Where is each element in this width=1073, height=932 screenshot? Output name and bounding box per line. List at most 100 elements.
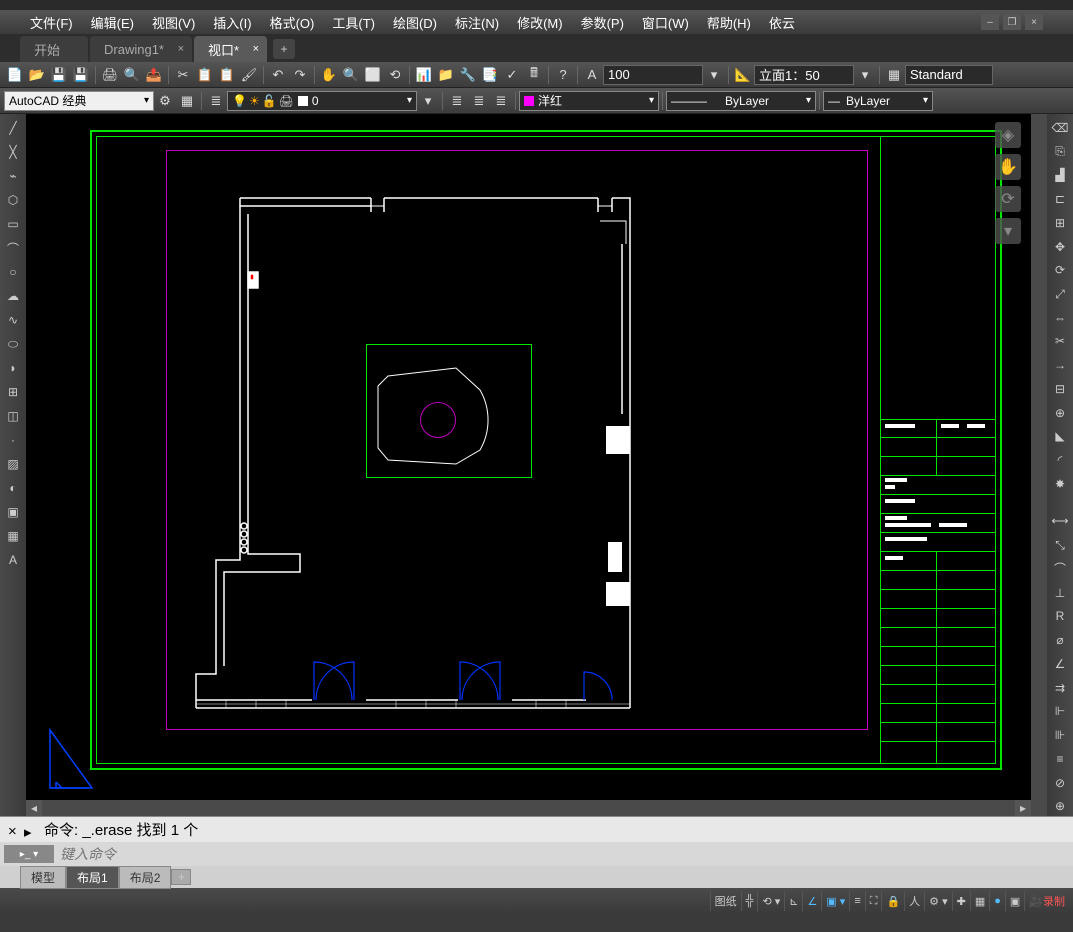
hardware-icon[interactable]: ● xyxy=(989,891,1005,911)
custom-icon[interactable]: 🎥录制 xyxy=(1024,891,1069,911)
help-icon[interactable]: ? xyxy=(552,64,574,86)
join-icon[interactable]: ⊕ xyxy=(1050,403,1070,423)
tab-drawing1[interactable]: Drawing1*× xyxy=(90,36,192,62)
preview-icon[interactable]: 🔍 xyxy=(121,64,143,86)
mirror-icon[interactable]: ▟ xyxy=(1050,165,1070,185)
chevron-down-icon[interactable]: ▾ xyxy=(703,64,725,86)
close-icon[interactable]: × xyxy=(253,43,259,55)
chevron-down-icon[interactable]: ▾ xyxy=(417,90,439,112)
dim-ang-icon[interactable]: ∠ xyxy=(1050,654,1070,674)
polygon-icon[interactable]: ⬡ xyxy=(3,190,23,210)
clean-icon[interactable]: ▣ xyxy=(1005,891,1024,911)
ws-icon[interactable]: ▦ xyxy=(176,90,198,112)
nav-more-icon[interactable]: ▾ xyxy=(995,218,1021,244)
pan-icon[interactable]: ✋ xyxy=(318,64,340,86)
zoomprev-icon[interactable]: ⟲ xyxy=(384,64,406,86)
iso-icon[interactable]: ▦ xyxy=(970,891,989,911)
polar-toggle[interactable]: ∠ xyxy=(802,891,821,911)
gear-icon[interactable]: ⚙ xyxy=(154,90,176,112)
orbit-icon[interactable]: ⟳ xyxy=(995,186,1021,212)
explode-icon[interactable]: ✸ xyxy=(1050,474,1070,494)
new-icon[interactable]: 📄 xyxy=(4,64,26,86)
vp-max-icon[interactable]: ⛶ xyxy=(865,891,882,911)
calc-icon[interactable]: 🖩 xyxy=(523,64,545,86)
dim-arc-icon[interactable]: ⌒ xyxy=(1050,559,1070,579)
dim-aligned-icon[interactable]: ⤡ xyxy=(1050,535,1070,555)
copy-icon[interactable]: ⎘ xyxy=(1050,142,1070,162)
stretch-icon[interactable]: ⇔ xyxy=(1050,308,1070,328)
tab-layout1[interactable]: 布局1 xyxy=(66,866,119,889)
dim-cont-icon[interactable]: ⊪ xyxy=(1050,725,1070,745)
offset-icon[interactable]: ⊏ xyxy=(1050,189,1070,209)
anno-vis-icon[interactable]: 人 xyxy=(904,891,924,911)
close-button[interactable]: × xyxy=(1025,14,1043,30)
plot-icon[interactable]: 🖨 xyxy=(99,64,121,86)
insert-icon[interactable]: ⊞ xyxy=(3,382,23,402)
dsgnctr-icon[interactable]: 📁 xyxy=(435,64,457,86)
menu-yiyun[interactable]: 依云 xyxy=(769,13,795,32)
dim-quick-icon[interactable]: ⇉ xyxy=(1050,678,1070,698)
viewcube-icon[interactable]: ◈ xyxy=(995,122,1021,148)
menu-view[interactable]: 视图(V) xyxy=(152,13,195,32)
extend-icon[interactable]: → xyxy=(1050,355,1070,375)
menu-insert[interactable]: 插入(I) xyxy=(213,13,251,32)
pan-icon[interactable]: ✋ xyxy=(995,154,1021,180)
drawing-canvas[interactable]: ◈ ✋ ⟳ ▾ xyxy=(26,114,1031,800)
tolerance-icon[interactable]: ⊕ xyxy=(1050,796,1070,816)
menu-file[interactable]: 文件(F) xyxy=(30,13,73,32)
region-icon[interactable]: ▣ xyxy=(3,502,23,522)
arc-icon[interactable]: ⌒ xyxy=(3,238,23,258)
xline-icon[interactable]: ╳ xyxy=(3,142,23,162)
dim-space-icon[interactable]: ≡ xyxy=(1050,749,1070,769)
cmd-close-icon[interactable]: × xyxy=(8,823,22,837)
spline-icon[interactable]: ∿ xyxy=(3,310,23,330)
menu-parametric[interactable]: 参数(P) xyxy=(581,13,624,32)
add-tab-button[interactable]: + xyxy=(273,39,295,59)
vertical-scrollbar[interactable] xyxy=(1031,114,1047,800)
ellipsearc-icon[interactable]: ◗ xyxy=(3,358,23,378)
ellipse-icon[interactable]: ⬭ xyxy=(3,334,23,354)
matchprop-icon[interactable]: 🖌 xyxy=(238,64,260,86)
anno-auto-icon[interactable]: ⚙ ▾ xyxy=(924,891,951,911)
layeriso-icon[interactable]: ≣ xyxy=(468,90,490,112)
horizontal-scrollbar[interactable]: ◂ ▸ xyxy=(26,800,1047,816)
ws-switch-icon[interactable]: ✚ xyxy=(952,891,970,911)
point-icon[interactable]: · xyxy=(3,430,23,450)
dim-linear-icon[interactable]: ⟷ xyxy=(1050,512,1070,532)
scale-icon[interactable]: ⤢ xyxy=(1050,284,1070,304)
layer-dropdown[interactable]: 💡☀🔓🖨0 xyxy=(227,91,417,111)
cmd-pin-icon[interactable]: ▸ xyxy=(24,823,38,837)
dim-ord-icon[interactable]: ⊥ xyxy=(1050,583,1070,603)
command-prompt-icon[interactable]: ▸_ ▾ xyxy=(4,845,54,863)
tab-layout2[interactable]: 布局2 xyxy=(119,866,172,889)
scale-input[interactable] xyxy=(754,65,854,85)
chevron-down-icon[interactable]: ▾ xyxy=(854,64,876,86)
toolpal-icon[interactable]: 🔧 xyxy=(457,64,479,86)
save-icon[interactable]: 💾 xyxy=(48,64,70,86)
textstyle-icon[interactable]: A xyxy=(581,64,603,86)
dim-dia-icon[interactable]: ⌀ xyxy=(1050,630,1070,650)
menu-window[interactable]: 窗口(W) xyxy=(642,13,689,32)
tab-viewport[interactable]: 视口*× xyxy=(194,36,267,62)
layer-icon[interactable]: ≣ xyxy=(205,90,227,112)
add-layout-button[interactable]: + xyxy=(171,869,191,885)
block-icon[interactable]: ◫ xyxy=(3,406,23,426)
lineweight-dropdown[interactable]: —ByLayer xyxy=(823,91,933,111)
redo-icon[interactable]: ↷ xyxy=(289,64,311,86)
restore-button[interactable]: ❐ xyxy=(1003,14,1021,30)
array-icon[interactable]: ⊞ xyxy=(1050,213,1070,233)
dim-base-icon[interactable]: ⊩ xyxy=(1050,701,1070,721)
move-icon[interactable]: ✥ xyxy=(1050,237,1070,257)
command-input[interactable] xyxy=(60,846,1069,862)
publish-icon[interactable]: 📤 xyxy=(143,64,165,86)
menu-modify[interactable]: 修改(M) xyxy=(517,13,563,32)
layeruniso-icon[interactable]: ≣ xyxy=(490,90,512,112)
rotate-icon[interactable]: ⟳ xyxy=(1050,260,1070,280)
revcloud-icon[interactable]: ☁ xyxy=(3,286,23,306)
chamfer-icon[interactable]: ◣ xyxy=(1050,427,1070,447)
erase-icon[interactable]: ⌫ xyxy=(1050,118,1070,138)
menu-format[interactable]: 格式(O) xyxy=(270,13,315,32)
zoomwin-icon[interactable]: ⬜ xyxy=(362,64,384,86)
sheetset-icon[interactable]: 📑 xyxy=(479,64,501,86)
textstyle-input[interactable] xyxy=(905,65,993,85)
